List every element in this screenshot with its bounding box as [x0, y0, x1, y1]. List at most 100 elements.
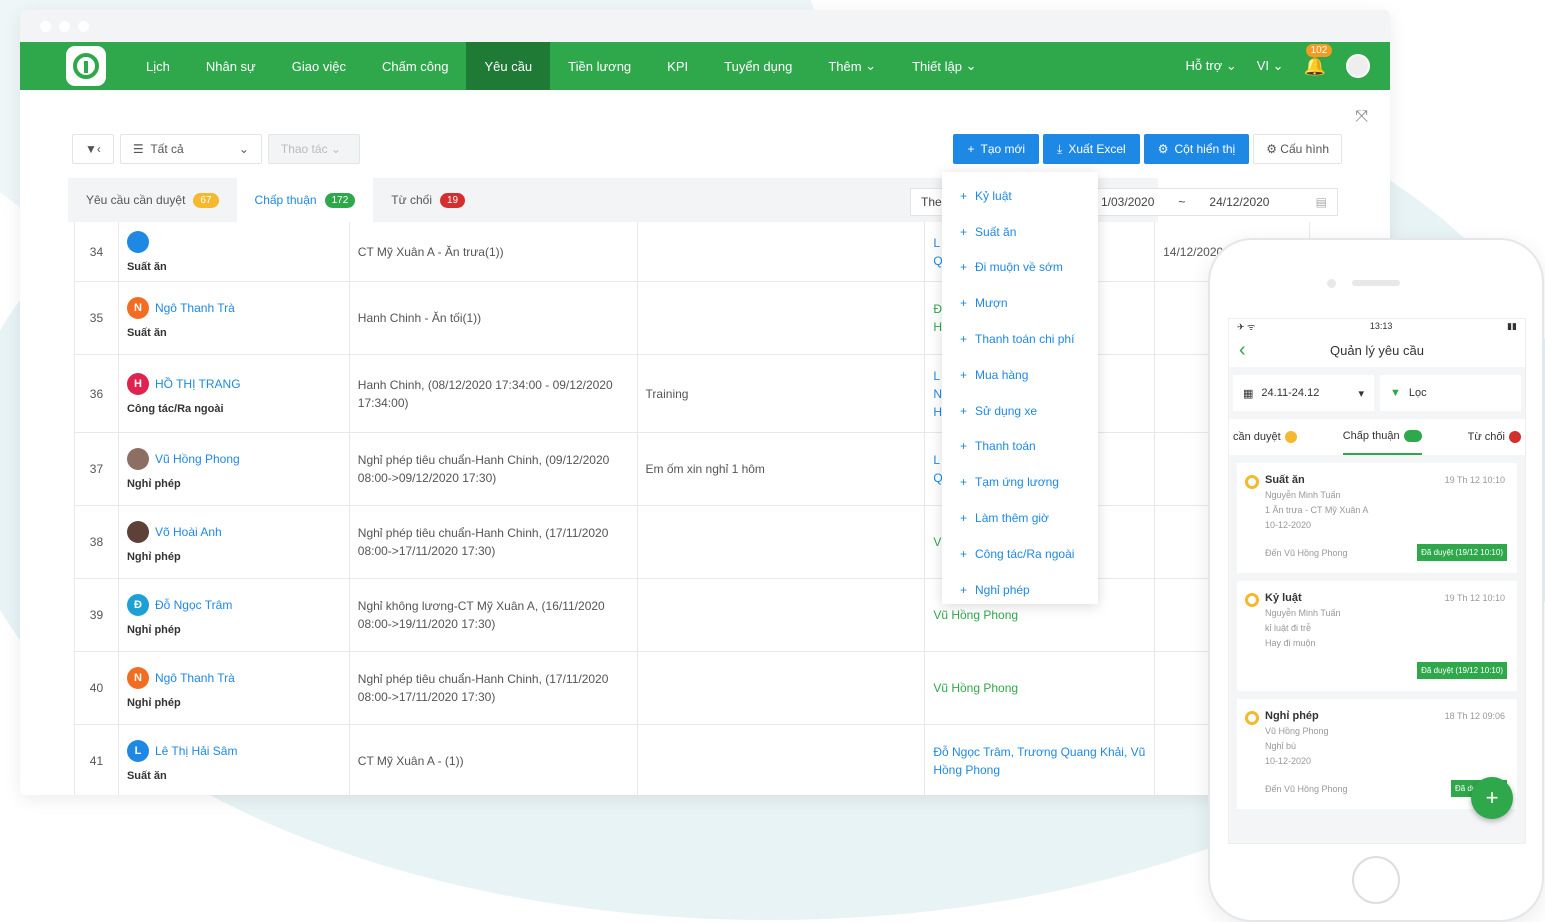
dropdown-item-label: Suất ăn	[975, 224, 1017, 239]
card-line: 1 Ăn trưa - CT Mỹ Xuân A	[1265, 505, 1369, 515]
requester-link[interactable]: Đ Đỗ Ngọc Trâm	[126, 594, 341, 616]
request-note	[638, 579, 926, 651]
window-dot[interactable]	[59, 20, 70, 32]
config-button[interactable]: ⚙ Cấu hình	[1253, 134, 1342, 164]
dropdown-item[interactable]: + Sử dụng xe	[942, 393, 1098, 429]
requester-link[interactable]: N Ngô Thanh Trà	[126, 297, 341, 319]
columns-button[interactable]: ⚙ Cột hiển thị	[1143, 134, 1250, 164]
dropdown-item[interactable]: + Thanh toán chi phí	[942, 321, 1098, 357]
table-row[interactable]: 36 H HỒ THỊ TRANG Công tác/Ra ngoài Hanh …	[75, 355, 1310, 433]
phone-screen: ✈ ᯤ 13:13 ▮▮ ‹ Quản lý yêu cầu ▦ 24.11-24.1…	[1228, 318, 1526, 844]
phone-home-button[interactable]	[1352, 856, 1400, 904]
request-detail: Hanh Chinh - Ăn tối(1))	[350, 282, 638, 354]
plus-icon: +	[967, 142, 975, 156]
nav-giao-viec[interactable]: Giao việc	[274, 42, 364, 90]
dropdown-item[interactable]: + Đi muộn về sớm	[942, 250, 1098, 286]
requester-link[interactable]: N Ngô Thanh Trà	[126, 667, 341, 689]
funnel-icon: ▼	[1390, 387, 1401, 399]
dropdown-item[interactable]: + Thanh toán	[942, 429, 1098, 465]
request-card[interactable]: Suất ăn 19 Th 12 10:10 Nguyễn Minh Tuấn …	[1237, 463, 1517, 573]
dropdown-item[interactable]: + Làm thêm giờ	[942, 500, 1098, 536]
add-request-button[interactable]: +	[1471, 777, 1513, 819]
app-logo[interactable]	[66, 46, 106, 86]
table-row[interactable]: 39 Đ Đỗ Ngọc Trâm Nghỉ phép Nghỉ không lư…	[75, 579, 1310, 652]
tab-approved[interactable]: Chấp thuận 172	[236, 178, 374, 222]
dropdown-item[interactable]: + Suất ăn	[942, 214, 1098, 250]
nav-cham-cong[interactable]: Chấm công	[364, 42, 466, 90]
phone-tab-rejected[interactable]: Từ chối	[1468, 419, 1521, 455]
fullscreen-icon[interactable]: ⤧	[1355, 108, 1368, 126]
table-row[interactable]: 41 L Lê Thị Hải Sâm Suất ăn CT Mỹ Xuân A …	[75, 725, 1310, 795]
window-dot[interactable]	[78, 20, 89, 32]
chevron-down-icon: ⌄	[238, 142, 249, 156]
approvers: Đỗ Ngọc Trâm, Trương Quang Khải, Vũ Hồng…	[925, 725, 1156, 795]
nav-nhan-su[interactable]: Nhân sự	[188, 42, 274, 90]
plus-icon: +	[960, 188, 968, 203]
nav-tuyen-dung[interactable]: Tuyển dụng	[706, 42, 810, 90]
requester-name: Ngô Thanh Trà	[154, 671, 235, 685]
nav-tien-luong[interactable]: Tiền lương	[550, 42, 649, 90]
user-avatar[interactable]	[1346, 54, 1370, 78]
dropdown-item[interactable]: + Mua hàng	[942, 357, 1098, 393]
nav-kpi[interactable]: KPI	[649, 42, 706, 90]
action-select[interactable]: Thao tác ⌄	[267, 134, 360, 164]
phone-filter-button[interactable]: ▼ Lọc	[1380, 375, 1521, 411]
avatar: L	[126, 740, 149, 762]
card-time: 19 Th 12 10:10	[1444, 593, 1505, 603]
language-label: VI	[1256, 58, 1270, 73]
table-row[interactable]: 37 Vũ Hồng Phong Nghỉ phép Nghỉ phép tiê…	[75, 433, 1310, 506]
nav-thiet-lap[interactable]: Thiết lập ⌄	[894, 42, 994, 90]
phone-tab-pending[interactable]: cần duyệt	[1233, 419, 1297, 455]
phone-date-select[interactable]: ▦ 24.11-24.12 ▾	[1233, 375, 1374, 411]
card-line: Nguyễn Minh Tuấn	[1265, 608, 1341, 618]
phone-tabs: cần duyệt Chấp thuận Từ chối	[1229, 419, 1525, 455]
request-note	[638, 506, 926, 578]
nav-them-label: Thêm	[828, 58, 862, 74]
requester-link[interactable]: L Lê Thị Hải Sâm	[126, 740, 341, 762]
nav-lich[interactable]: Lịch	[128, 42, 188, 90]
support-label: Hỗ trợ	[1185, 58, 1223, 73]
dropdown-item-label: Nghỉ phép	[975, 582, 1030, 597]
tab-rejected[interactable]: Từ chối 19	[373, 178, 483, 222]
requester-link[interactable]: Võ Hoài Anh	[126, 521, 341, 543]
export-excel-button[interactable]: ⤓ Xuất Excel	[1043, 134, 1140, 164]
window-dot[interactable]	[40, 20, 51, 32]
requester-link[interactable]: H HỒ THỊ TRANG	[126, 372, 341, 395]
dropdown-item[interactable]: + Nghỉ phép	[942, 572, 1098, 608]
requester-cell: H HỒ THỊ TRANG Công tác/Ra ngoài	[119, 355, 350, 432]
top-nav: Lịch Nhân sự Giao việc Chấm công Yêu cầu…	[20, 42, 1390, 90]
requester-link[interactable]	[126, 230, 341, 253]
approvers: Vũ Hồng Phong	[925, 652, 1156, 724]
phone-tab-approved[interactable]: Chấp thuận	[1342, 419, 1422, 455]
support-menu[interactable]: Hỗ trợ ⌄	[1186, 58, 1237, 74]
dropdown-item[interactable]: + Công tác/Ra ngoài	[942, 536, 1098, 572]
table-row[interactable]: 38 Võ Hoài Anh Nghỉ phép Nghỉ phép tiêu …	[75, 506, 1310, 579]
card-line: 10-12-2020	[1265, 520, 1312, 530]
tab-count: 19	[440, 192, 466, 208]
create-button[interactable]: + Tạo mới	[953, 134, 1040, 164]
avatar: N	[126, 667, 149, 689]
view-select[interactable]: ☰ Tất cả ⌄	[119, 134, 262, 164]
dropdown-item[interactable]: + Tạm ứng lương	[942, 464, 1098, 500]
table-row[interactable]: 34 Suất ăn CT Mỹ Xuân A - Ăn trưa(1)) L …	[75, 222, 1310, 282]
request-card[interactable]: Kỷ luật 19 Th 12 10:10 Nguyễn Minh Tuấn …	[1237, 581, 1517, 691]
action-select-label: Thao tác	[280, 142, 328, 156]
export-label: Xuất Excel	[1068, 142, 1126, 156]
tab-pending[interactable]: Yêu cầu cần duyệt 67	[68, 178, 237, 222]
bell-icon[interactable]: 🔔 102	[1304, 43, 1333, 77]
nav-them[interactable]: Thêm ⌄	[810, 42, 894, 90]
language-menu[interactable]: VI ⌄	[1257, 58, 1284, 74]
table-row[interactable]: 35 N Ngô Thanh Trà Suất ăn Hanh Chinh - Ă…	[75, 282, 1310, 355]
requester-link[interactable]: Vũ Hồng Phong	[126, 448, 341, 470]
plus-icon: +	[960, 475, 968, 490]
status-ring-icon	[1245, 593, 1259, 607]
dropdown-item[interactable]: + Kỷ luật	[942, 178, 1098, 214]
table-row[interactable]: 40 N Ngô Thanh Trà Nghỉ phép Nghỉ phép ti…	[75, 652, 1310, 725]
filter-toggle-button[interactable]: ▼‹	[72, 134, 114, 164]
avatar: Đ	[126, 594, 149, 616]
dropdown-item-label: Tạm ứng lương	[975, 475, 1059, 490]
dropdown-item[interactable]: + Mượn	[942, 285, 1098, 321]
card-line: Nghỉ bù	[1265, 741, 1297, 751]
nav-yeu-cau[interactable]: Yêu cầu	[466, 42, 551, 90]
tab-label: Từ chối	[391, 193, 432, 207]
